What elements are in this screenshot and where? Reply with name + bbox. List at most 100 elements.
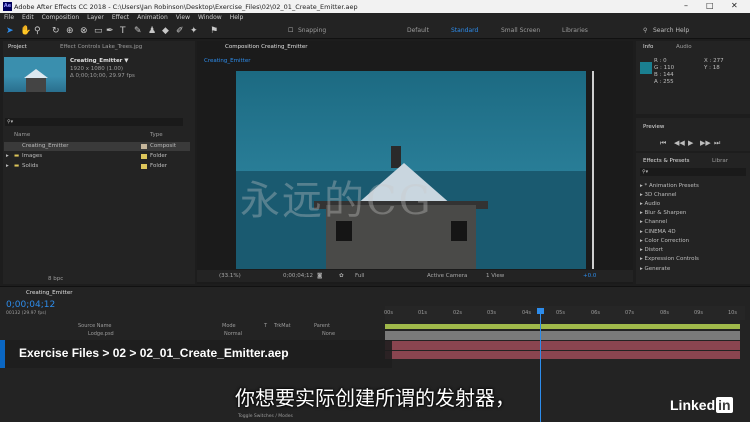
workspace-standard[interactable]: Standard: [451, 27, 478, 34]
effects-item[interactable]: ▸ * Animation Presets: [640, 183, 699, 189]
zoom-level[interactable]: (33.1%): [219, 273, 241, 279]
last-frame-icon[interactable]: ⏭: [714, 139, 720, 148]
viewer-edge: [592, 71, 594, 269]
maximize-button[interactable]: □: [706, 1, 714, 10]
label-color-swatch[interactable]: [141, 144, 147, 149]
layer-mode[interactable]: Normal: [224, 331, 242, 337]
type-tool-icon[interactable]: T: [120, 26, 126, 36]
prev-frame-icon[interactable]: ◀◀: [674, 139, 685, 147]
pan-behind-tool-icon[interactable]: ⊗: [80, 26, 88, 36]
menu-view[interactable]: View: [172, 13, 194, 22]
tab-info[interactable]: Info: [643, 44, 653, 50]
tab-timeline[interactable]: Creating_Emitter: [26, 290, 72, 296]
tab-effect-controls[interactable]: Effect Controls Lake_Trees.jpg: [60, 44, 142, 50]
minimize-button[interactable]: –: [684, 1, 688, 10]
camera-select[interactable]: Active Camera: [427, 273, 467, 279]
effects-item[interactable]: ▸ Audio: [640, 201, 660, 207]
tab-effects-presets[interactable]: Effects & Presets: [643, 158, 690, 164]
playhead-handle[interactable]: [537, 308, 544, 314]
label-color-swatch[interactable]: [141, 154, 147, 159]
effects-search-input[interactable]: ⚲▾: [640, 168, 746, 176]
layer-bar[interactable]: [385, 351, 740, 359]
project-col-type[interactable]: Type: [150, 132, 163, 138]
info-y: Y : 18: [704, 65, 720, 71]
rotate-tool-icon[interactable]: ↻: [52, 26, 60, 36]
layer-parent[interactable]: None: [322, 331, 335, 337]
project-col-name[interactable]: Name: [14, 132, 30, 138]
resolution-select[interactable]: Full: [355, 273, 364, 279]
layer-bar[interactable]: [385, 331, 740, 340]
expand-arrow-icon[interactable]: ▸: [6, 162, 9, 171]
tab-audio[interactable]: Audio: [676, 44, 692, 50]
effects-item[interactable]: ▸ Color Correction: [640, 238, 689, 244]
pen-tool-icon[interactable]: ✒: [106, 26, 114, 36]
col-source-name: Source Name: [78, 323, 112, 329]
workspace-small-screen[interactable]: Small Screen: [501, 27, 540, 34]
timeline-timecode[interactable]: 0;00;04;12: [6, 300, 55, 310]
selection-tool-icon[interactable]: ➤: [6, 26, 14, 36]
layer-bar[interactable]: [385, 341, 740, 350]
view-layout-select[interactable]: 1 View: [486, 273, 504, 279]
effects-item[interactable]: ▸ 3D Channel: [640, 192, 677, 198]
ruler-tick: 00s: [384, 310, 393, 316]
menu-file[interactable]: File: [0, 13, 18, 22]
eraser-tool-icon[interactable]: ◆: [162, 26, 169, 36]
exposure-value[interactable]: +0.0: [583, 273, 596, 279]
project-item-solids[interactable]: ▸ ▬ Solids Folder: [4, 162, 190, 171]
camera-tool-icon[interactable]: ⊕: [66, 26, 74, 36]
snapshot-icon[interactable]: ◙: [317, 273, 322, 279]
menu-animation[interactable]: Animation: [133, 13, 172, 22]
window-titlebar: Ae Adobe After Effects CC 2018 - C:\User…: [0, 0, 750, 13]
workspace-libraries[interactable]: Libraries: [562, 27, 588, 34]
effects-item[interactable]: ▸ Blur & Sharpen: [640, 210, 686, 216]
puppet-tool-icon[interactable]: ✦: [190, 26, 198, 36]
hand-tool-icon[interactable]: ✋: [20, 26, 31, 36]
label-color-swatch[interactable]: [141, 164, 147, 169]
next-frame-icon[interactable]: ▶▶: [700, 139, 711, 147]
project-item-images[interactable]: ▸ ▬ Images Folder: [4, 152, 190, 161]
subtitle: 你想要实际创建所谓的发射器，: [235, 386, 515, 410]
expand-arrow-icon[interactable]: ▸: [6, 152, 9, 161]
layer-name[interactable]: Lodge.psd: [88, 331, 114, 337]
mask-tool-icon[interactable]: ▭: [94, 26, 103, 36]
project-item-creating-emitter[interactable]: Creating_Emitter Composit: [4, 142, 190, 151]
project-comp-name[interactable]: Creating_Emitter ▼: [70, 58, 129, 64]
project-search-input[interactable]: ⚲▾: [5, 118, 183, 126]
file-path-overlay: Exercise Files > 02 > 02_01_Create_Emitt…: [0, 340, 392, 368]
search-help-input[interactable]: Search Help: [653, 27, 689, 34]
comp-timecode[interactable]: 0;00;04;12: [283, 273, 313, 279]
work-area-bar[interactable]: [385, 324, 740, 329]
close-button[interactable]: ✕: [731, 1, 738, 10]
tab-preview[interactable]: Preview: [643, 124, 664, 130]
brush-tool-icon[interactable]: ✎: [134, 26, 142, 36]
effects-item[interactable]: ▸ Expression Controls: [640, 256, 699, 262]
color-channels-icon[interactable]: ✿: [339, 273, 344, 279]
menu-help[interactable]: Help: [226, 13, 248, 22]
menu-composition[interactable]: Composition: [38, 13, 83, 22]
clone-stamp-tool-icon[interactable]: ♟: [148, 26, 156, 36]
tab-libraries[interactable]: Librar: [712, 158, 728, 164]
tab-composition[interactable]: Composition Creating_Emitter: [225, 44, 308, 50]
comp-subtab[interactable]: Creating_Emitter: [204, 58, 250, 64]
snapping-checkbox-icon[interactable]: ☐: [288, 27, 293, 34]
menu-layer[interactable]: Layer: [83, 13, 108, 22]
roto-brush-tool-icon[interactable]: ✐: [176, 26, 184, 36]
effects-item[interactable]: ▸ CINEMA 4D: [640, 229, 676, 235]
menu-edit[interactable]: Edit: [18, 13, 38, 22]
effects-item[interactable]: ▸ Generate: [640, 266, 670, 272]
zoom-tool-icon[interactable]: ⚲: [34, 26, 41, 36]
bpc-label[interactable]: 8 bpc: [48, 276, 63, 282]
toggle-switches-modes[interactable]: Toggle Switches / Modes: [238, 414, 293, 419]
puppet-pin-tool-icon[interactable]: ⚑: [210, 26, 218, 36]
effects-item[interactable]: ▸ Distort: [640, 247, 663, 253]
tab-project[interactable]: Project: [8, 44, 27, 50]
info-g: G : 110: [654, 65, 675, 71]
workspace-default[interactable]: Default: [407, 27, 429, 34]
ruler-tick: 08s: [660, 310, 669, 316]
time-ruler[interactable]: [385, 306, 745, 320]
effects-item[interactable]: ▸ Channel: [640, 219, 667, 225]
menu-window[interactable]: Window: [194, 13, 226, 22]
menu-effect[interactable]: Effect: [108, 13, 133, 22]
play-icon[interactable]: ▶: [688, 139, 693, 147]
first-frame-icon[interactable]: ⏮: [660, 139, 666, 148]
